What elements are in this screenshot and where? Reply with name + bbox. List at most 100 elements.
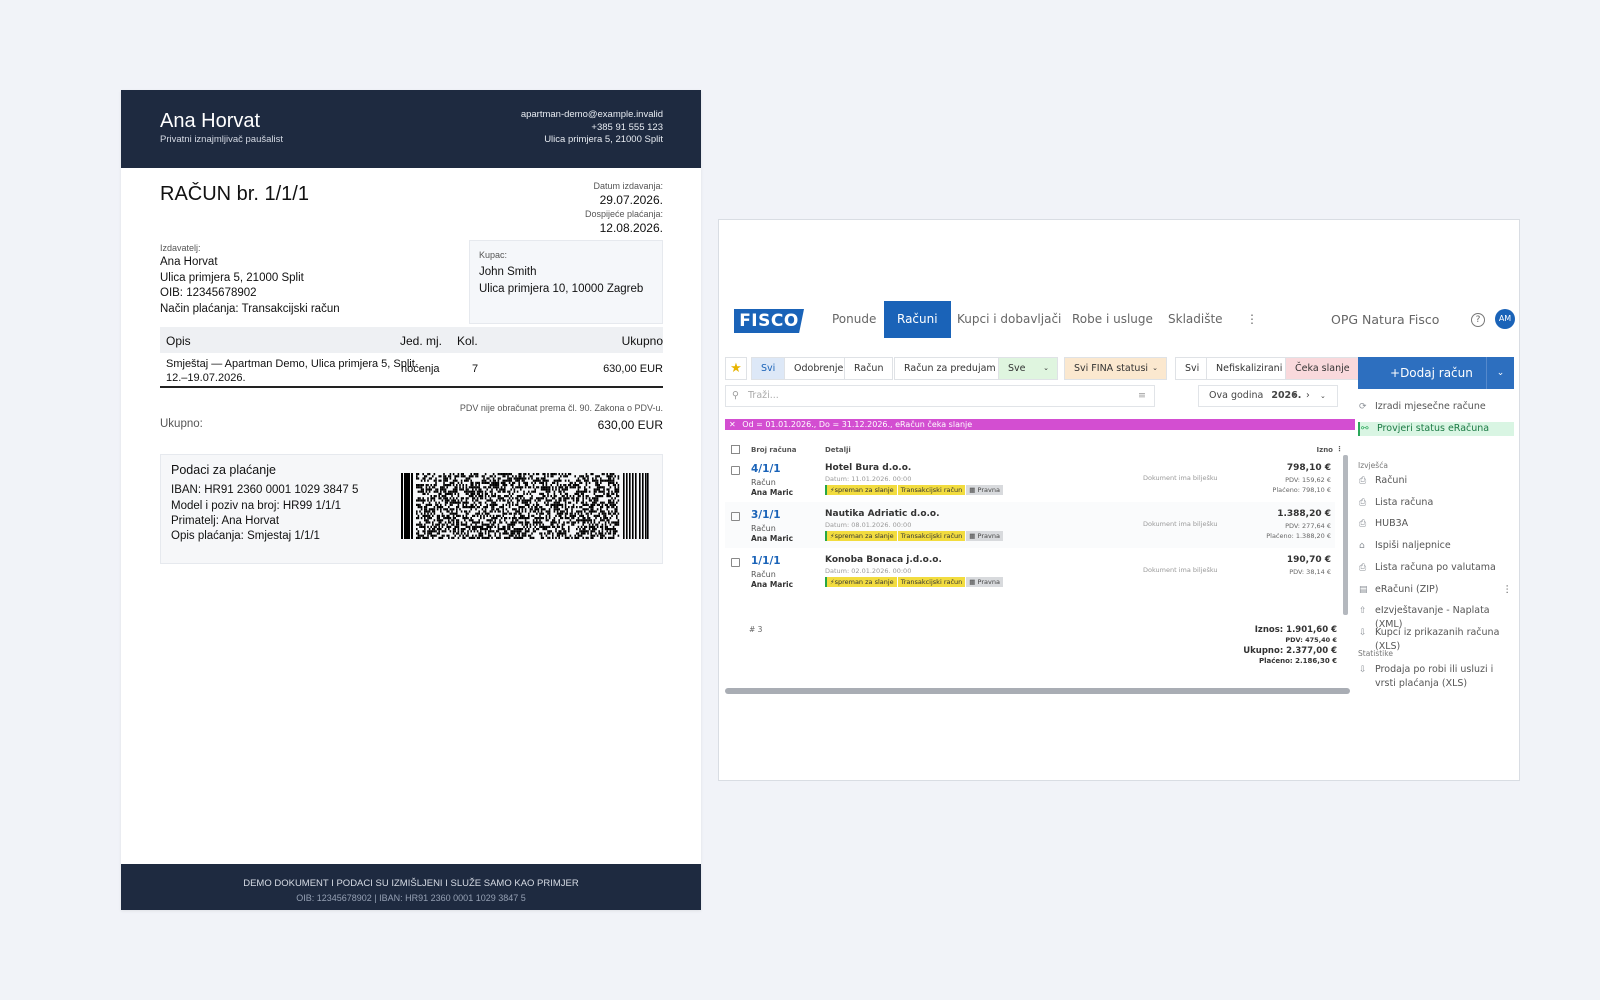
- cloud-download-icon: ⇩: [1359, 627, 1367, 638]
- active-filter-chip[interactable]: ✕ Od = 01.01.2026., Do = 31.12.2026., eR…: [725, 419, 1355, 430]
- filter-status-select[interactable]: Sve ⌄: [998, 357, 1058, 380]
- filter-fisc-ceka[interactable]: Čeka slanje: [1285, 357, 1360, 380]
- chevron-down-icon: ⌄: [1043, 364, 1049, 372]
- select-all-checkbox[interactable]: [731, 445, 740, 454]
- nav-more-icon[interactable]: ⋮: [1246, 301, 1258, 338]
- nav-ponude[interactable]: Ponude: [832, 301, 876, 338]
- filter-icon[interactable]: ≡: [1138, 386, 1146, 406]
- kebab-menu-icon[interactable]: ⋮: [1503, 583, 1513, 597]
- report-label: Kupci iz prikazanih računa (XLS): [1375, 626, 1500, 652]
- filter-type-racun[interactable]: Račun: [844, 357, 894, 380]
- filter-fina-select[interactable]: Svi FINA statusi ⌄: [1064, 357, 1167, 380]
- contact-email: apartman-demo@example.invalid: [520, 109, 663, 120]
- status-badge: ⚡spreman za slanje: [825, 577, 897, 587]
- printer-icon: ⎙: [1359, 562, 1367, 573]
- report-link[interactable]: ⇧ eIzvještavanje - Naplata (XML): [1358, 604, 1514, 630]
- issuer-block: Izdavatelj: Ana Horvat Ulica primjera 5,…: [160, 242, 340, 317]
- invoice-vat: PDV: 159,62 €: [1285, 476, 1331, 484]
- issue-date: 29.07.2026.: [599, 193, 663, 207]
- invoice-author: Ana Maric: [751, 488, 794, 497]
- avatar[interactable]: AM: [1495, 309, 1515, 329]
- invoice-date: Datum: 08.01.2026. 00:00: [825, 521, 912, 529]
- items-table-row: Smještaj — Apartman Demo, Ulica primjera…: [160, 353, 663, 388]
- invoice-number-link[interactable]: 3/1/1: [751, 509, 781, 521]
- buyer-address: Ulica primjera 10, 10000 Zagreb: [479, 283, 644, 295]
- chevron-left-icon[interactable]: ‹: [1293, 386, 1297, 406]
- help-icon[interactable]: ?: [1471, 313, 1485, 327]
- table-row[interactable]: 1/1/1 Račun Ana Maric Konoba Bonaca j.d.o.o…: [725, 548, 1335, 594]
- invoice-kind: Račun: [751, 570, 776, 579]
- contact-address: Ulica primjera 5, 21000 Split: [544, 134, 663, 145]
- filter-fisc-all[interactable]: Svi: [1175, 357, 1210, 380]
- report-link[interactable]: ▤ eRačuni (ZIP) ⋮: [1358, 583, 1514, 597]
- col-amount: Izno: [1316, 446, 1333, 454]
- table-row[interactable]: 4/1/1 Račun Ana Maric Hotel Bura d.o.o. Datu…: [725, 456, 1335, 502]
- invoice-amount: 190,70 €: [1286, 555, 1331, 565]
- invoice-amount: 1.388,20 €: [1277, 509, 1331, 519]
- star-icon[interactable]: ★: [725, 357, 747, 380]
- filter-type-predujam[interactable]: Račun za predujam: [894, 357, 1006, 380]
- chevron-right-icon[interactable]: ›: [1306, 386, 1310, 406]
- report-link[interactable]: ⌂ Ispiši naljepnice: [1358, 539, 1514, 553]
- item-unit: noćenja: [401, 363, 440, 375]
- total-iznos: Iznos: 1.901,60 €: [1254, 625, 1337, 635]
- create-monthly-invoices[interactable]: ⟳ Izradi mjesečne račune: [1358, 400, 1514, 414]
- nav-racuni[interactable]: Računi: [884, 301, 951, 338]
- entity-badge-label: Pravna: [977, 532, 1000, 540]
- vertical-scrollbar[interactable]: [1343, 455, 1348, 615]
- fisco-logo[interactable]: FISCO: [734, 309, 804, 333]
- stats-sales-report[interactable]: ⇩ Prodaja po robi ili usluzi i vrsti plać…: [1358, 663, 1514, 689]
- filter-type-all[interactable]: Svi: [751, 357, 786, 380]
- status-badge-label: spreman za slanje: [834, 578, 894, 586]
- chevron-down-icon[interactable]: ⌄: [1320, 386, 1326, 406]
- total-placeno: Plaćeno: 2.186,30 €: [1258, 657, 1337, 665]
- nav-kupci[interactable]: Kupci i dobavljači: [957, 301, 1061, 338]
- chevron-down-icon[interactable]: ⌄: [1486, 357, 1514, 389]
- note-indicator: Dokument ima bilješku: [1143, 520, 1218, 528]
- payment-reference: Model i poziv na broj: HR99 1/1/1: [171, 499, 342, 512]
- report-link[interactable]: ⎙ HUB3A: [1358, 517, 1514, 531]
- kebab-menu-icon[interactable]: ⋮: [1336, 445, 1343, 453]
- nav-skladiste[interactable]: Skladište: [1168, 301, 1223, 338]
- report-link[interactable]: ⇩ Kupci iz prikazanih računa (XLS): [1358, 626, 1514, 652]
- add-invoice-button[interactable]: +Dodaj račun ⌄: [1358, 357, 1514, 389]
- close-icon[interactable]: ✕: [729, 420, 736, 429]
- note-indicator: Dokument ima bilješku: [1143, 566, 1218, 574]
- filter-type-odobrenje[interactable]: Odobrenje: [784, 357, 854, 380]
- client-name: Hotel Bura d.o.o.: [825, 463, 912, 473]
- report-link[interactable]: ⎙ Lista računa po valutama: [1358, 561, 1514, 575]
- search-input[interactable]: ⚲ Traži... ≡: [725, 385, 1155, 407]
- buyer-name: John Smith: [479, 266, 537, 278]
- building-icon: ▦: [969, 532, 978, 540]
- invoice-number-link[interactable]: 4/1/1: [751, 463, 781, 475]
- building-icon: ▦: [969, 578, 978, 586]
- invoice-number-link[interactable]: 1/1/1: [751, 555, 781, 567]
- payment-recipient: Primatelj: Ana Horvat: [171, 514, 280, 527]
- organization-name[interactable]: OPG Natura Fisco: [1331, 301, 1439, 338]
- row-checkbox[interactable]: [731, 466, 740, 475]
- item-dates: 12.–19.07.2026.: [166, 372, 246, 384]
- due-date: 12.08.2026.: [599, 221, 663, 235]
- row-checkbox[interactable]: [731, 512, 740, 521]
- payment-title: Podaci za plaćanje: [171, 463, 276, 477]
- report-link[interactable]: ⎙ Računi: [1358, 474, 1514, 488]
- search-placeholder: Traži...: [748, 390, 779, 401]
- seller-name: Ana Horvat: [160, 110, 261, 132]
- cloud-upload-icon: ⇧: [1359, 606, 1367, 617]
- status-tags: ⚡spreman za slanje Transakcijski račun ▦ P…: [825, 531, 1004, 541]
- period-selector[interactable]: Ova godina 2026. ‹ › ⌄: [1198, 385, 1338, 407]
- check-einvoice-status[interactable]: ⚯ Provjeri status eRačuna: [1358, 422, 1514, 436]
- horizontal-scrollbar[interactable]: [725, 688, 1350, 694]
- printer-icon: ⎙: [1359, 476, 1367, 486]
- contact-phone: +385 91 555 123: [591, 121, 663, 133]
- invoice-author: Ana Maric: [751, 580, 794, 589]
- buyer-block: Kupac: John Smith Ulica primjera 10, 100…: [469, 240, 663, 324]
- filter-fisc-nefisk[interactable]: Nefiskalizirani: [1206, 357, 1293, 380]
- status-badge-label: spreman za slanje: [834, 486, 894, 494]
- table-row[interactable]: 3/1/1 Račun Ana Maric Nautika Adriatic d.o.…: [725, 502, 1335, 548]
- nav-robe[interactable]: Robe i usluge: [1072, 301, 1153, 338]
- active-filter-text: Od = 01.01.2026., Do = 31.12.2026., eRač…: [742, 420, 973, 429]
- report-link[interactable]: ⎙ Lista računa: [1358, 496, 1514, 510]
- row-checkbox[interactable]: [731, 558, 740, 567]
- invoice-dates: Datum izdavanja: 29.07.2026. Dospijeće p…: [585, 181, 663, 237]
